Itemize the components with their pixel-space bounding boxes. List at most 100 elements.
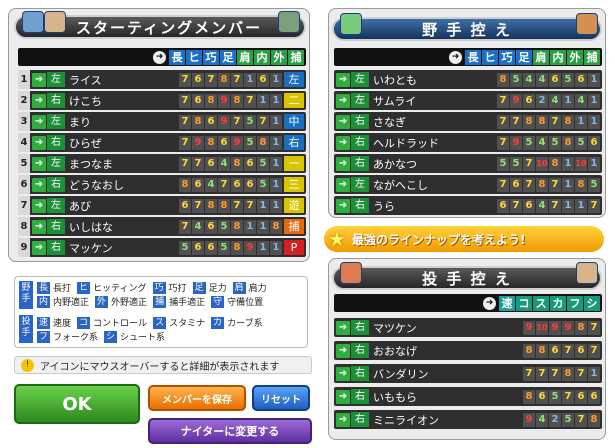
move-arrow-icon[interactable]: ➜ [32, 198, 46, 213]
move-arrow-icon[interactable]: ➜ [32, 219, 46, 234]
move-arrow-icon[interactable]: ➜ [336, 135, 350, 150]
legend-desc: 守備位置 [227, 298, 264, 308]
move-arrow-icon[interactable]: ➜ [336, 177, 350, 192]
bench-pitcher-row[interactable]: ➜ 右いももら 8 6 5 7 6 6 [334, 387, 602, 406]
stat-value: 8 [231, 219, 243, 234]
stat-values: 79869581 [179, 135, 282, 150]
stat-value: 1 [575, 114, 587, 129]
stat-value: 6 [192, 72, 204, 87]
position-badge: 右 [284, 135, 304, 150]
legend-desc: 長打 [53, 284, 72, 294]
move-arrow-icon[interactable]: ➜ [336, 320, 350, 335]
bench-fielder-row[interactable]: ➜ 左いわとも 8 5 4 4 6 5 6 1 [334, 70, 602, 89]
legend-desc: 捕手適正 [169, 298, 206, 308]
legend-key: ス [153, 316, 167, 329]
stat-value: 6 [523, 93, 535, 108]
bench-fielder-row[interactable]: ➜ 右あかなつ 5 5 7 10 8 1 10 1 [334, 154, 602, 173]
bench-fielder-row[interactable]: ➜ 右うら 6 7 6 4 7 1 1 7 [334, 196, 602, 215]
bench-fielder-row[interactable]: ➜ 右さなぎ 7 7 8 8 7 8 1 1 [334, 112, 602, 131]
bench-pitcher-row[interactable]: ➜ 右おおなげ 8 8 6 7 6 7 [334, 341, 602, 360]
starting-player-row[interactable]: 2 ➜ 右けこち 7 6 8 9 8 7 1 1 二 [18, 91, 306, 110]
bench-pitcher-row[interactable]: ➜ 右ミニライオン 9 4 2 5 7 8 [334, 410, 602, 429]
bench-pitcher-row[interactable]: ➜ 右マツケン 9 10 9 9 8 7 [334, 318, 602, 337]
save-member-button[interactable]: メンバーを保存 [148, 385, 246, 411]
move-arrow-icon[interactable]: ➜ [336, 366, 350, 381]
starting-player-row[interactable]: 5 ➜ 左まつなま 7 7 6 4 8 6 5 1 一 [18, 154, 306, 173]
stat-value: 5 [218, 219, 230, 234]
move-arrow-icon[interactable]: ➜ [336, 72, 350, 87]
starting-column-header: ➜ 長ヒ巧足肩内外捕 [18, 48, 306, 66]
stat-value: 7 [244, 93, 256, 108]
batting-order-number: 2 [18, 91, 30, 110]
legend-desc: 足力 [208, 284, 227, 294]
stat-values: 67887711 [179, 198, 282, 213]
stat-value: 7 [192, 156, 204, 171]
stat-value: 8 [218, 72, 230, 87]
starting-player-row[interactable]: 6 ➜ 右どうなおし 8 6 4 7 6 6 5 1 三 [18, 175, 306, 194]
stat-value: 5 [244, 114, 256, 129]
handedness-badge: 右 [47, 219, 65, 234]
stat-value: 5 [575, 135, 587, 150]
stat-value: 7 [179, 156, 191, 171]
starting-header: スターティングメンバー [14, 11, 306, 39]
handedness-badge: 左 [47, 198, 65, 213]
move-arrow-icon[interactable]: ➜ [32, 72, 46, 87]
player-name: ひらぜ [69, 136, 102, 150]
bench-pitcher-row[interactable]: ➜ 右バンダリン 7 7 7 8 7 1 [334, 364, 602, 383]
starting-player-row[interactable]: 3 ➜ 左まり 7 8 6 9 7 5 7 1 中 [18, 112, 306, 131]
move-arrow-icon[interactable]: ➜ [336, 389, 350, 404]
move-arrow-icon[interactable]: ➜ [32, 156, 46, 171]
move-arrow-icon[interactable]: ➜ [32, 93, 46, 108]
move-arrow-icon[interactable]: ➜ [32, 114, 46, 129]
stat-value: 8 [523, 114, 535, 129]
bench-fielder-row[interactable]: ➜ 右ヘルドラッド 7 9 5 4 5 8 5 6 [334, 133, 602, 152]
bench-pitchers-column-header: ➜ 速コスカフシ [334, 294, 602, 312]
stat-value: 6 [192, 240, 204, 255]
bench-fielders-title: 野 手 控 え [422, 20, 512, 39]
column-header-8: 捕 [584, 49, 600, 65]
handedness-badge: 左 [47, 156, 65, 171]
bench-fielder-row[interactable]: ➜ 左ながへこし 7 6 7 8 7 1 8 5 [334, 175, 602, 194]
move-arrow-icon[interactable]: ➜ [32, 177, 46, 192]
reset-button[interactable]: リセット [252, 385, 310, 411]
batting-order-number: 8 [18, 217, 30, 236]
stat-values: 942578 [523, 412, 600, 427]
move-arrow-icon[interactable]: ➜ [336, 198, 350, 213]
stat-value: 7 [510, 198, 522, 213]
starting-player-row[interactable]: 1 ➜ 左ライス 7 6 7 8 7 1 6 1 左 [18, 70, 306, 89]
night-game-button[interactable]: ナイターに変更する [148, 418, 312, 444]
stat-values: 77887811 [497, 114, 600, 129]
move-arrow-icon[interactable]: ➜ [336, 343, 350, 358]
player-name: どうなおし [69, 178, 124, 192]
player-portrait-icon [576, 13, 598, 35]
player-name: ミニライオン [373, 413, 439, 427]
bench-fielder-row[interactable]: ➜ 左サムライ 7 9 6 2 4 1 4 1 [334, 91, 602, 110]
stat-value: 8 [562, 135, 574, 150]
starting-player-row[interactable]: 9 ➜ 右マッケン 5 6 6 5 8 9 1 1 P [18, 238, 306, 257]
starting-player-row[interactable]: 7 ➜ 左あび 6 7 8 8 7 7 1 1 遊 [18, 196, 306, 215]
stat-value: 8 [536, 114, 548, 129]
move-arrow-icon[interactable]: ➜ [336, 93, 350, 108]
move-arrow-icon[interactable]: ➜ [336, 412, 350, 427]
starting-player-row[interactable]: 4 ➜ 右ひらぜ 7 9 8 6 9 5 8 1 右 [18, 133, 306, 152]
stat-values: 79545856 [497, 135, 600, 150]
stat-value: 1 [270, 135, 282, 150]
stat-values: 76787185 [497, 177, 600, 192]
stat-value: 1 [562, 156, 574, 171]
move-arrow-icon[interactable]: ➜ [336, 114, 350, 129]
move-arrow-icon[interactable]: ➜ [32, 135, 46, 150]
handedness-badge: 右 [47, 177, 65, 192]
move-arrow-icon[interactable]: ➜ [32, 240, 46, 255]
stat-value: 4 [536, 198, 548, 213]
handedness-badge: 右 [47, 93, 65, 108]
stat-value: 7 [562, 389, 574, 404]
stat-value: 6 [575, 389, 587, 404]
starting-player-row[interactable]: 8 ➜ 右いしはな 7 4 6 5 8 1 1 8 捕 [18, 217, 306, 236]
ok-button[interactable]: OK [14, 384, 140, 424]
handedness-badge: 右 [351, 135, 369, 150]
stat-values: 865766 [523, 389, 600, 404]
stat-value: 9 [549, 320, 561, 335]
column-header-7: 外 [567, 49, 583, 65]
move-arrow-icon[interactable]: ➜ [336, 156, 350, 171]
handedness-badge: 右 [351, 412, 369, 427]
